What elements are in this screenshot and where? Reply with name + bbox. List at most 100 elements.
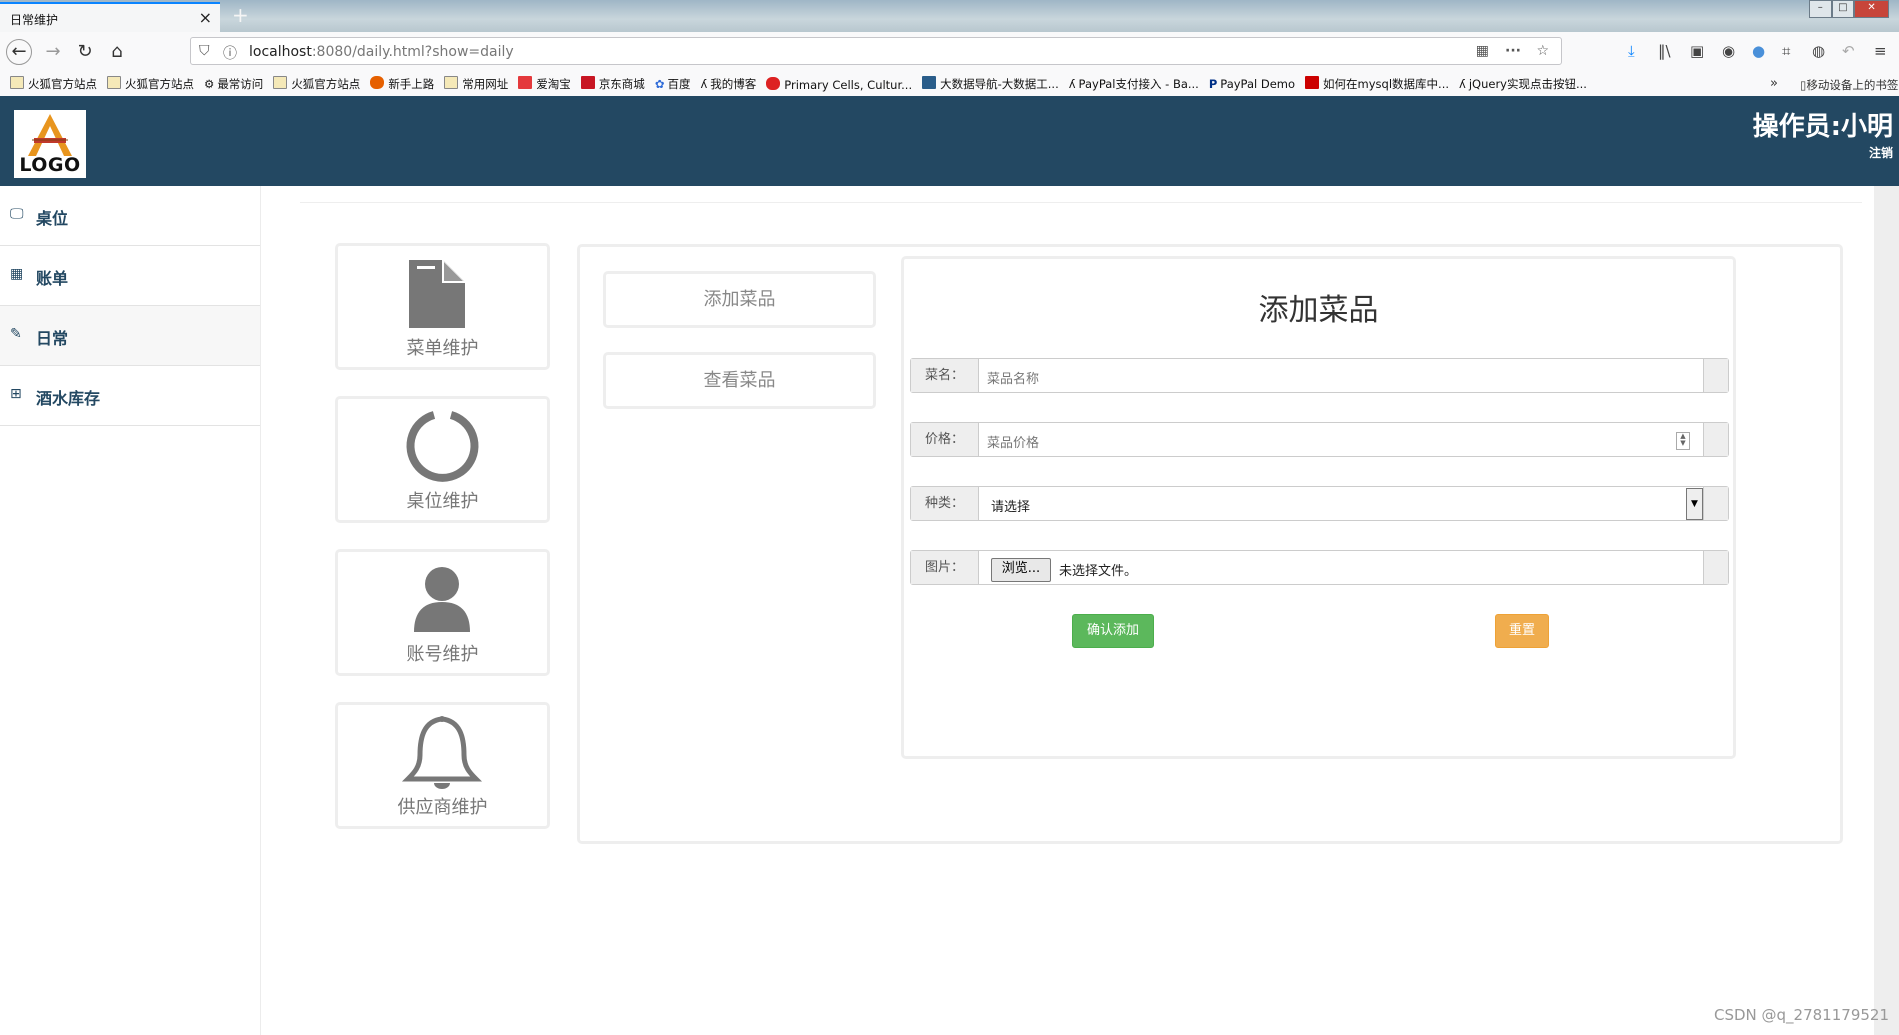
blog-icon: ʎ	[700, 77, 708, 91]
bookmark-item[interactable]: 火狐官方站点	[107, 76, 194, 92]
account-icon[interactable]: ◉	[1722, 42, 1735, 60]
sidebar-toggle-icon[interactable]: ▣	[1690, 42, 1704, 60]
tile-label: 供应商维护	[397, 797, 488, 818]
maximize-icon[interactable]: □	[1831, 0, 1855, 18]
blog-icon: ʎ	[1068, 77, 1076, 91]
file-icon	[409, 260, 465, 328]
bookmark-item[interactable]: ʎ 我的博客	[700, 76, 756, 92]
globe-icon[interactable]: ●	[1752, 42, 1765, 60]
bookmark-item[interactable]: 京东商城	[580, 76, 645, 92]
sidebar-item-label: 酒水库存	[36, 389, 101, 408]
chat-icon[interactable]: ◍	[1812, 42, 1825, 60]
dish-name-input[interactable]: 菜品名称	[987, 368, 1039, 387]
jd-icon	[580, 76, 595, 89]
edit-icon: ✎	[10, 326, 22, 342]
chevron-down-icon[interactable]: ▼	[1686, 488, 1703, 520]
mobile-bookmarks[interactable]: ▯移动设备上的书签	[1800, 77, 1898, 93]
sidebar-item-label: 账单	[36, 269, 69, 288]
browser-chrome: 日常维护 × + – □ ✕ ← → ↻ ⌂ ⛉ ⓘ localhost:808…	[0, 0, 1899, 97]
add-dish-button[interactable]: 添加菜品	[603, 271, 876, 328]
qr-code-icon[interactable]: ▦	[1476, 43, 1489, 59]
url-text[interactable]: localhost:8080/daily.html?show=daily	[249, 44, 514, 60]
sidebar: 🖵 桌位 ▦ 账单 ✎ 日常 ⊞ 酒水库存	[0, 186, 261, 1035]
tab-strip: 日常维护 × + – □ ✕	[0, 0, 1899, 32]
reset-button[interactable]: 重置	[1495, 614, 1549, 648]
home-icon[interactable]: ⌂	[104, 39, 130, 65]
bookmarks-bar: 火狐官方站点 火狐官方站点 ⚙ 最常访问 火狐官方站点 新手上路 常用网址 爱淘宝…	[0, 72, 1899, 97]
paypal-icon: P	[1208, 77, 1218, 91]
logo-text: LOGO	[19, 154, 81, 176]
tile-menu-maintenance[interactable]: 菜单维护	[335, 243, 550, 370]
sidebar-item-daily[interactable]: ✎ 日常	[0, 306, 260, 366]
divider	[300, 202, 1862, 203]
bookmark-item[interactable]: 大数据导航-大数据工...	[922, 76, 1059, 92]
bookmark-item[interactable]: ✿ 百度	[655, 76, 691, 92]
tile-supplier-maintenance[interactable]: 供应商维护	[335, 702, 550, 829]
dish-price-group: 价格： 菜品价格 ▲ ▼	[910, 422, 1729, 457]
logout-link[interactable]: 注销	[1869, 144, 1893, 161]
dish-name-group: 菜名： 菜品名称	[910, 358, 1729, 393]
watermark: CSDN @q_2781179521	[1714, 1006, 1889, 1024]
number-spinner-icon[interactable]: ▲ ▼	[1676, 432, 1690, 450]
back-icon[interactable]: ←	[6, 39, 32, 65]
tab-close-icon[interactable]: ×	[199, 8, 212, 27]
bookmark-item[interactable]: ʎ jQuery实现点击按钮...	[1459, 76, 1587, 92]
bookmark-item[interactable]: 新手上路	[370, 76, 434, 92]
new-tab-icon[interactable]: +	[232, 3, 249, 27]
bell-icon	[401, 716, 483, 789]
download-icon[interactable]: ⤓	[1628, 42, 1635, 60]
url-host: localhost	[249, 44, 312, 60]
url-bar[interactable]: ⛉ ⓘ localhost:8080/daily.html?show=daily…	[190, 37, 1562, 65]
table-icon: ▦	[10, 266, 24, 282]
dish-image-label: 图片：	[911, 551, 979, 584]
bookmark-item[interactable]: 火狐官方站点	[273, 76, 360, 92]
bookmark-item[interactable]: 爱淘宝	[518, 76, 571, 92]
view-dishes-button[interactable]: 查看菜品	[603, 352, 876, 409]
window-close-icon[interactable]: ✕	[1854, 0, 1890, 18]
nav-bar: ← → ↻ ⌂ ⛉ ⓘ localhost:8080/daily.html?sh…	[0, 32, 1899, 72]
bookmark-item[interactable]: ʎ PayPal支付接入 - Ba...	[1069, 76, 1199, 92]
menu-icon[interactable]: ≡	[1874, 42, 1887, 60]
minimize-icon[interactable]: –	[1809, 0, 1832, 18]
bookmarks-more-icon[interactable]: »	[1770, 76, 1778, 91]
reload-icon[interactable]: ↻	[72, 39, 98, 65]
user-icon	[414, 567, 470, 632]
sidebar-item-label: 日常	[36, 329, 69, 348]
browse-file-button[interactable]: 浏览...	[991, 558, 1051, 582]
taobao-icon	[518, 76, 533, 89]
power-ring-icon	[406, 411, 479, 482]
input-addon	[1703, 359, 1728, 392]
more-actions-icon[interactable]: ···	[1505, 43, 1521, 59]
library-icon[interactable]: ‖\	[1658, 42, 1671, 60]
input-addon	[1703, 487, 1728, 520]
shield-icon[interactable]: ⛉	[199, 43, 210, 59]
confirm-add-button[interactable]: 确认添加	[1072, 614, 1154, 648]
input-addon	[1703, 423, 1728, 456]
sidebar-item-bills[interactable]: ▦ 账单	[0, 246, 260, 306]
folder-icon	[10, 76, 24, 89]
bookmark-item[interactable]: P PayPal Demo	[1209, 77, 1295, 91]
crop-icon[interactable]: ⌗	[1782, 42, 1790, 60]
tile-table-maintenance[interactable]: 桌位维护	[335, 396, 550, 523]
forward-icon[interactable]: →	[40, 39, 66, 65]
grid-icon: ⊞	[10, 386, 22, 402]
bookmark-item[interactable]: 火狐官方站点	[10, 76, 97, 92]
dish-type-select[interactable]: 请选择	[991, 496, 1030, 515]
browser-tab[interactable]: 日常维护 ×	[0, 2, 220, 32]
info-icon[interactable]: ⓘ	[223, 43, 237, 63]
star-icon[interactable]: ☆	[1536, 43, 1549, 59]
bookmark-item[interactable]: 常用网址	[444, 76, 508, 92]
paw-icon: ✿	[654, 77, 665, 91]
undo-icon[interactable]: ↶	[1842, 42, 1855, 60]
folder-icon	[107, 76, 121, 89]
dish-image-group: 图片： 浏览... 未选择文件。	[910, 550, 1729, 585]
dish-type-label: 种类：	[911, 487, 979, 520]
bookmark-item[interactable]: ⚙ 最常访问	[204, 76, 263, 92]
window-controls: – □ ✕	[1809, 0, 1890, 18]
bookmark-item[interactable]: 如何在mysql数据库中...	[1305, 76, 1449, 92]
sidebar-item-drinks-stock[interactable]: ⊞ 酒水库存	[0, 366, 260, 426]
tile-account-maintenance[interactable]: 账号维护	[335, 549, 550, 676]
sidebar-item-tables[interactable]: 🖵 桌位	[0, 186, 260, 246]
bookmark-item[interactable]: Primary Cells, Cultur...	[766, 76, 912, 92]
dish-price-input[interactable]: 菜品价格	[987, 432, 1039, 451]
